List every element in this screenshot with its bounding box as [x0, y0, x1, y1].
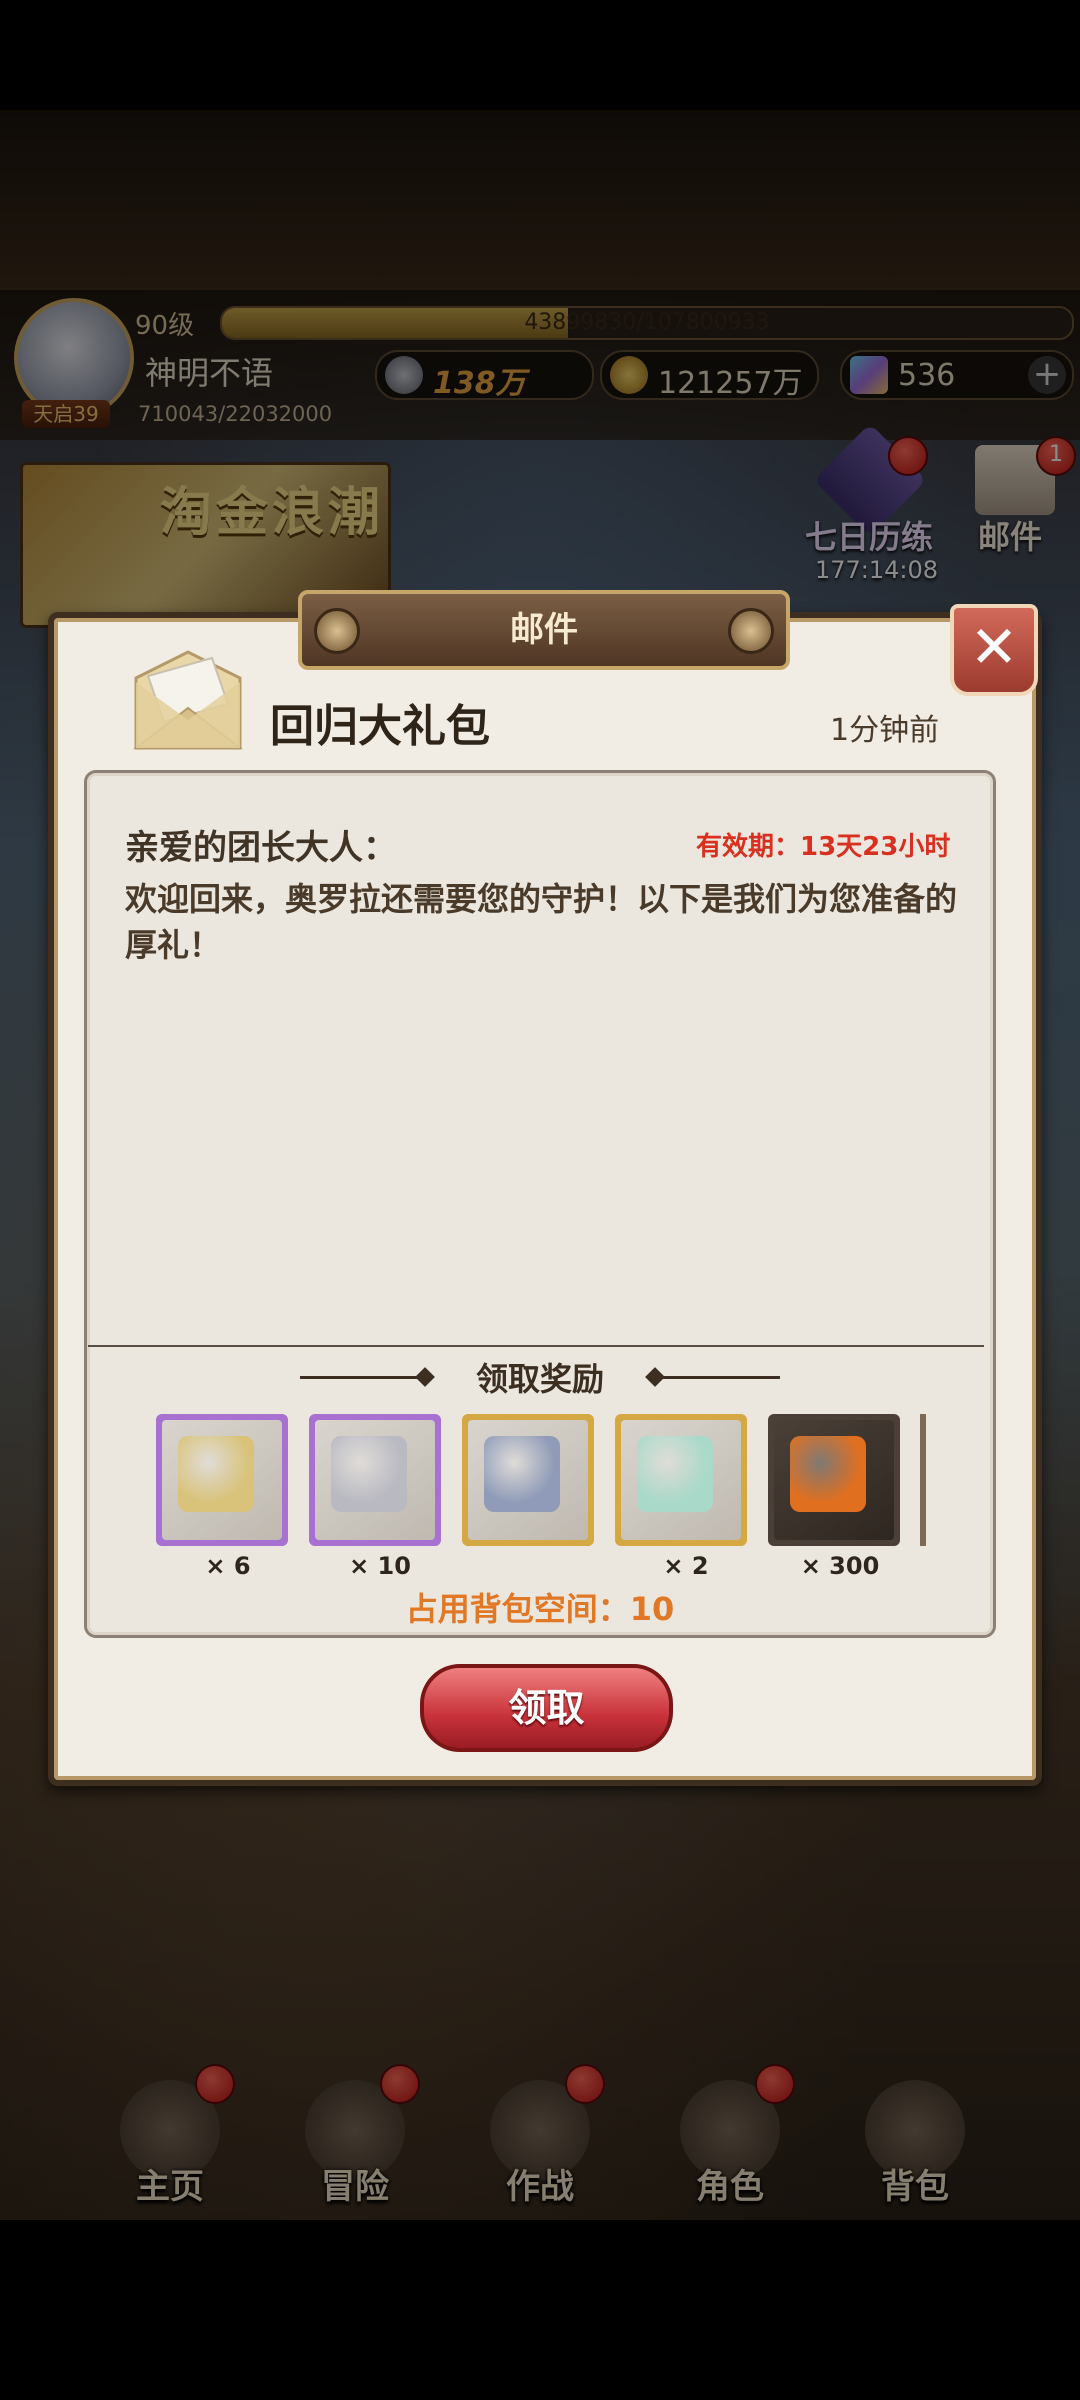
bag-space-text: 占用背包空间：10	[405, 1590, 675, 1628]
ticket-icon	[637, 1436, 713, 1512]
reward-qty: × 6	[205, 1552, 251, 1580]
screen-bottom-bar	[0, 2220, 1080, 2400]
stopwatch-icon	[331, 1436, 407, 1512]
rewards-header: 领取奖励	[475, 1360, 604, 1398]
mail-subject: 回归大礼包	[270, 701, 490, 752]
reward-slot[interactable]	[309, 1414, 441, 1546]
reward-slot[interactable]	[462, 1414, 594, 1546]
reward-slot[interactable]	[768, 1414, 900, 1546]
armor-boots-icon	[484, 1436, 560, 1512]
reward-qty: × 10	[349, 1552, 411, 1580]
reward-slot[interactable]	[615, 1414, 747, 1546]
mystery-armor-icon	[790, 1436, 866, 1512]
validity-text: 有效期：13天23小时	[696, 832, 951, 862]
envelope-icon	[133, 650, 243, 750]
salutation: 亲爱的团长大人：	[125, 828, 397, 868]
map-compass-icon	[178, 1436, 254, 1512]
dialog-title-plate: 邮件	[298, 590, 790, 670]
divider	[88, 1345, 984, 1347]
slot-scroll-edge	[920, 1414, 926, 1546]
dialog-title: 邮件	[510, 610, 578, 650]
mail-body: 欢迎回来，奥罗拉还需要您的守护！以下是我们为您准备的厚礼！	[125, 880, 958, 964]
close-button[interactable]: ✕	[950, 604, 1038, 696]
reward-qty: × 300	[800, 1552, 880, 1580]
claim-button[interactable]: 领取	[420, 1664, 673, 1752]
reward-qty: × 2	[663, 1552, 709, 1580]
reward-slot[interactable]	[156, 1414, 288, 1546]
mail-time: 1分钟前	[830, 713, 940, 748]
